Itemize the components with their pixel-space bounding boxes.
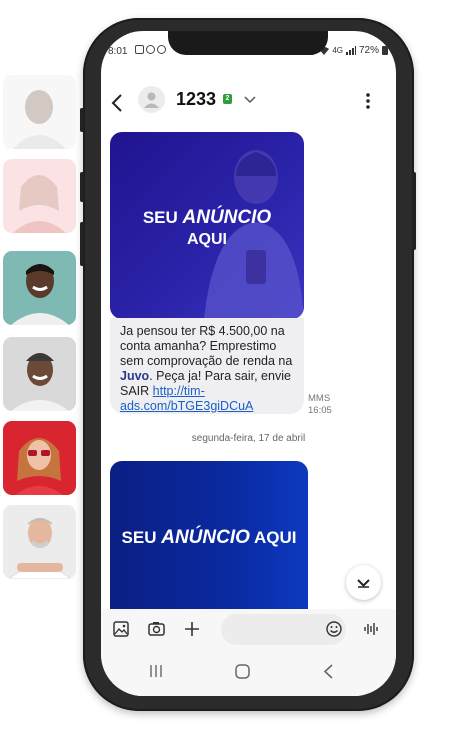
more-vertical-icon[interactable] xyxy=(363,91,373,111)
battery-icon xyxy=(382,46,388,55)
avatar-beanie-man xyxy=(3,337,76,411)
emoji-icon[interactable] xyxy=(326,621,342,637)
signal-icon xyxy=(345,46,356,55)
date-separator: segunda-feira, 17 de abril xyxy=(191,433,306,444)
person-icon xyxy=(144,92,159,108)
back-nav-icon[interactable] xyxy=(322,664,334,679)
volume-up-button xyxy=(80,108,84,132)
camera-icon[interactable] xyxy=(148,621,165,637)
power-button xyxy=(412,172,416,250)
contact-name[interactable]: 1233 xyxy=(176,89,216,110)
conversation-header: 1233 2 xyxy=(101,83,396,123)
status-time: 8:01 xyxy=(108,46,128,57)
back-arrow-icon[interactable] xyxy=(110,93,124,113)
phone-screen: 8:01 4G 72% 1233 2 SEU ANÚNCIO AQUI Ja p… xyxy=(101,31,396,696)
home-icon[interactable] xyxy=(235,664,250,679)
gallery-icon[interactable] xyxy=(113,621,129,637)
ad-secondary-text: SEU ANÚNCIO AQUI xyxy=(121,527,297,548)
scroll-to-bottom-button[interactable] xyxy=(346,565,381,600)
side-button xyxy=(80,222,84,266)
brand-name: Juvo xyxy=(120,369,150,383)
message-bubble[interactable]: Ja pensou ter R$ 4.500,00 na conta amanh… xyxy=(110,318,304,414)
message-notification-icon xyxy=(146,45,155,54)
image-notification-icon xyxy=(135,45,144,54)
ad-image-primary[interactable]: SEU ANÚNCIO AQUI xyxy=(110,132,304,319)
avatar-smiling-man xyxy=(3,251,76,325)
notification-icons xyxy=(135,45,166,54)
network-type-text: 4G xyxy=(332,46,343,55)
plus-icon[interactable] xyxy=(184,621,200,637)
chevron-down-icon[interactable] xyxy=(244,94,256,104)
message-meta: MMS 16:05 xyxy=(308,393,332,417)
message-type: MMS xyxy=(308,393,331,404)
battery-percent: 72% xyxy=(358,45,379,56)
ad-image-secondary[interactable]: SEU ANÚNCIO AQUI xyxy=(110,461,308,611)
app-notification-icon xyxy=(157,45,166,54)
chevron-down-icon xyxy=(357,579,370,588)
avatar-faded-woman xyxy=(3,159,76,233)
ad-primary-line2: AQUI xyxy=(187,231,227,248)
navigation-bar xyxy=(101,651,396,696)
ad-primary-line1: SEU ANÚNCIO xyxy=(142,207,272,228)
avatar-older-man xyxy=(3,505,76,579)
message-composer xyxy=(101,609,396,651)
volume-down-button xyxy=(80,172,84,202)
avatar-woman-glasses xyxy=(3,421,76,495)
recent-apps-icon[interactable] xyxy=(149,664,163,678)
voice-waveform-icon[interactable] xyxy=(363,621,379,637)
camera-notch xyxy=(168,31,328,55)
avatar-faded-man xyxy=(3,75,76,149)
contact-avatar[interactable] xyxy=(138,86,165,113)
message-time: 16:05 xyxy=(308,405,332,416)
sim-badge: 2 xyxy=(223,94,232,104)
